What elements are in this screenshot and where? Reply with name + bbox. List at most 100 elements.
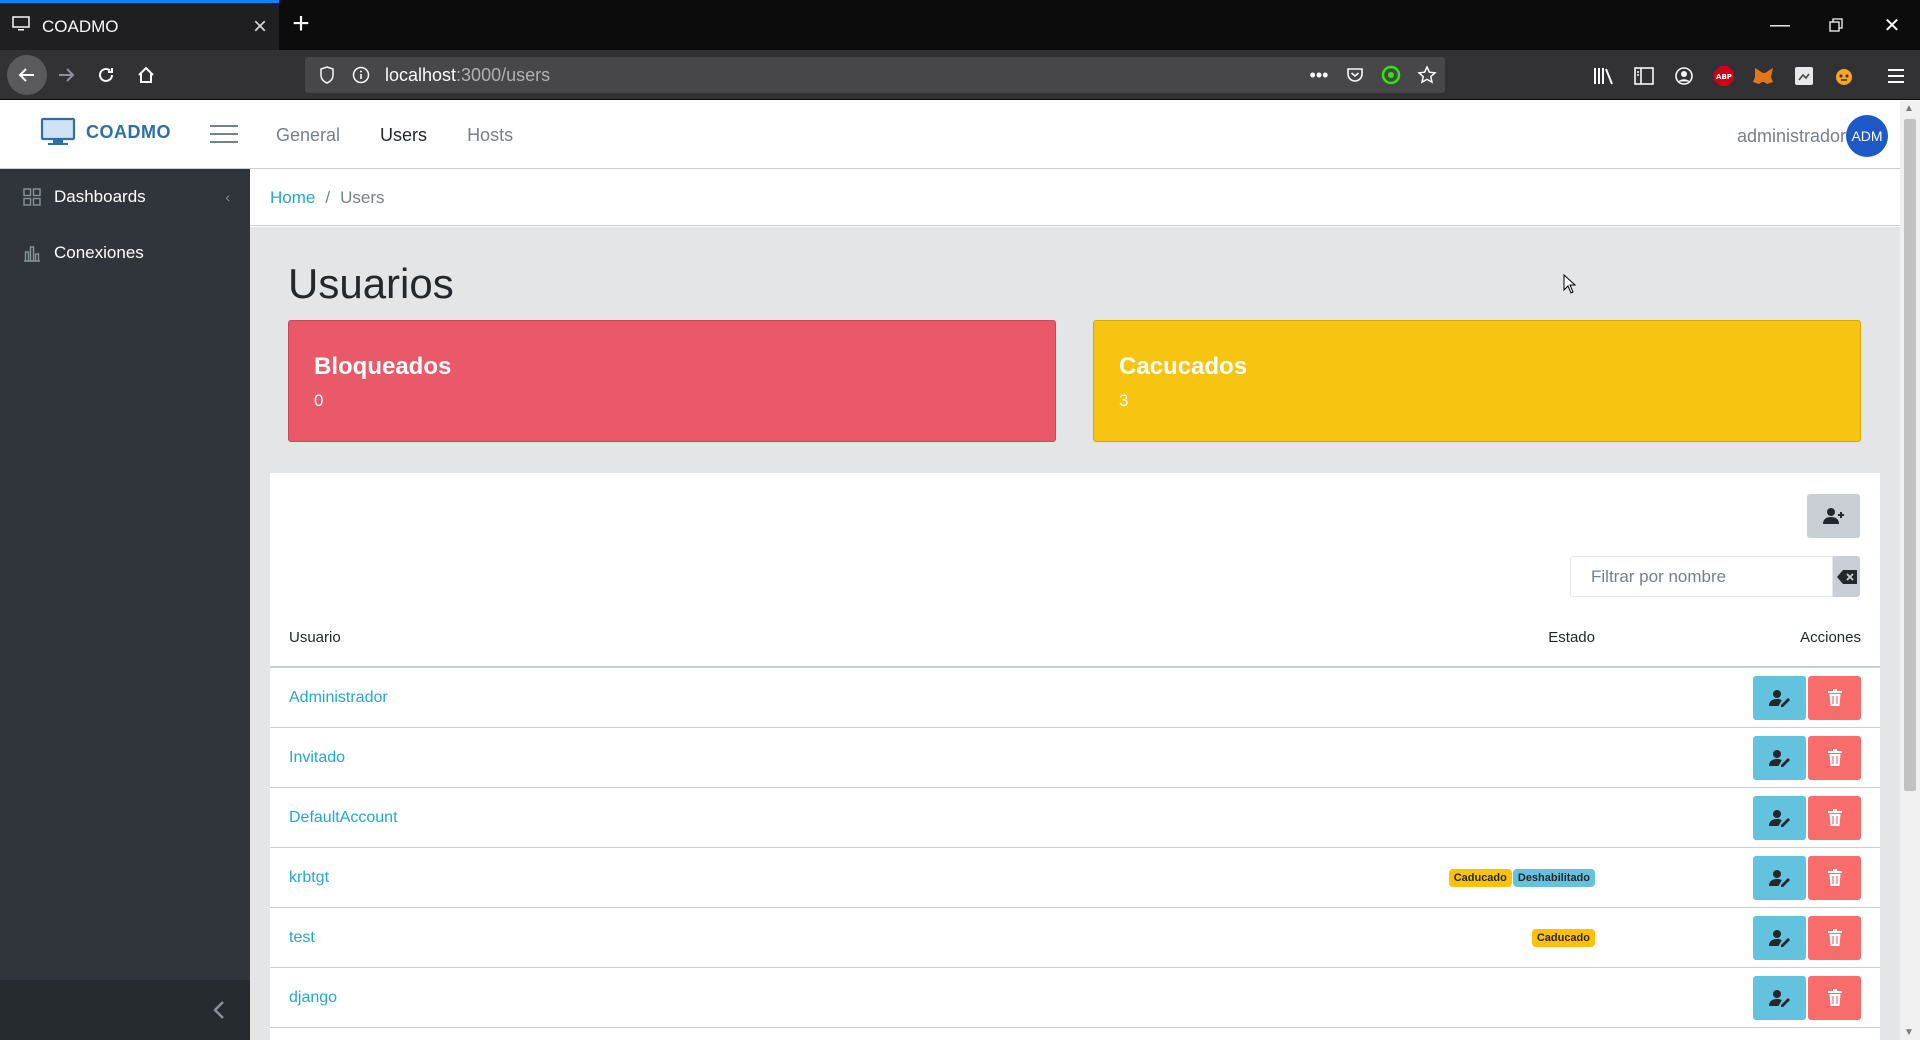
tab-title: COADMO xyxy=(42,16,119,36)
stat-card-value: 3 xyxy=(1119,391,1129,410)
sidebar-item-conexiones[interactable]: Conexiones xyxy=(0,225,250,281)
header-estado[interactable]: Estado xyxy=(1375,629,1595,646)
header-usuario[interactable]: Usuario xyxy=(270,629,1375,646)
table-row: DefaultAccount xyxy=(270,788,1880,848)
delete-user-button[interactable] xyxy=(1808,975,1861,1020)
status-badges: Caducado Deshabilitado xyxy=(1375,868,1595,887)
trash-icon xyxy=(1827,809,1842,826)
info-icon[interactable] xyxy=(349,66,373,84)
table-header: Usuario Estado Acciones xyxy=(270,608,1880,668)
sidebar: Dashboards ‹ Conexiones xyxy=(0,169,250,1040)
adblock-icon[interactable]: ABP xyxy=(1713,65,1735,87)
row-actions xyxy=(1595,975,1880,1020)
bar-chart-icon xyxy=(22,243,42,263)
stat-card-value: 0 xyxy=(314,391,324,410)
user-link[interactable]: krbtgt xyxy=(270,869,1375,887)
user-name[interactable]: administrador xyxy=(1737,126,1846,147)
chevron-left-icon xyxy=(213,1001,224,1019)
library-icon[interactable] xyxy=(1593,65,1615,87)
row-actions xyxy=(1595,795,1880,840)
filter-name-input[interactable] xyxy=(1570,556,1833,597)
scroll-up-icon[interactable]: ▲ xyxy=(1904,103,1914,114)
user-link[interactable]: Administrador xyxy=(270,689,1375,707)
breadcrumb-home[interactable]: Home xyxy=(270,188,315,208)
delete-user-button[interactable] xyxy=(1808,735,1861,780)
avatar[interactable]: ADM xyxy=(1846,115,1888,157)
new-tab-button[interactable]: + xyxy=(286,9,316,40)
forward-button[interactable] xyxy=(50,59,82,91)
edit-user-button[interactable] xyxy=(1753,915,1806,960)
close-tab-icon[interactable]: × xyxy=(253,14,267,39)
minimize-icon[interactable]: — xyxy=(1752,0,1808,50)
stat-card-title: Bloqueados xyxy=(314,353,452,380)
table-row: krbtgt Caducado Deshabilitado xyxy=(270,848,1880,908)
delete-user-button[interactable] xyxy=(1808,675,1861,720)
user-edit-icon xyxy=(1768,689,1790,707)
tampermonkey-icon[interactable] xyxy=(1833,65,1855,87)
svg-text:ABP: ABP xyxy=(1716,73,1732,81)
sidebar-item-dashboards[interactable]: Dashboards ‹ xyxy=(0,169,250,225)
mouse-cursor-icon xyxy=(1563,274,1577,294)
user-link[interactable]: DefaultAccount xyxy=(270,809,1375,827)
user-link[interactable]: Invitado xyxy=(270,749,1375,767)
add-user-button[interactable] xyxy=(1807,494,1860,538)
brand-name: COADMO xyxy=(86,121,171,142)
close-window-icon[interactable]: ✕ xyxy=(1864,0,1920,50)
delete-user-button[interactable] xyxy=(1808,795,1861,840)
user-plus-icon xyxy=(1822,508,1844,524)
backspace-icon xyxy=(1836,569,1857,584)
menu-icon[interactable] xyxy=(1885,65,1907,87)
edit-user-button[interactable] xyxy=(1753,855,1806,900)
url-text: localhost:3000/users xyxy=(385,64,551,85)
edit-user-button[interactable] xyxy=(1753,975,1806,1020)
browser-tab[interactable]: COADMO × xyxy=(0,0,279,50)
clear-filter-button[interactable] xyxy=(1833,556,1860,597)
sidebar-toggle-icon[interactable] xyxy=(1633,65,1655,87)
breadcrumb-separator: / xyxy=(325,187,331,207)
edit-user-button[interactable] xyxy=(1753,675,1806,720)
nav-users[interactable]: Users xyxy=(380,125,427,146)
brand-logo[interactable]: COADMO xyxy=(40,117,171,147)
sidebar-toggle-button[interactable] xyxy=(210,121,238,145)
status-badge-deshabilitado: Deshabilitado xyxy=(1512,868,1595,887)
header-acciones: Acciones xyxy=(1800,628,1861,646)
edit-user-button[interactable] xyxy=(1753,735,1806,780)
pocket-icon[interactable] xyxy=(1337,67,1373,83)
sidebar-item-label: Conexiones xyxy=(54,243,144,262)
sidebar-minimizer[interactable] xyxy=(0,980,250,1040)
user-link[interactable]: test xyxy=(270,929,1375,947)
star-icon[interactable] xyxy=(1409,65,1445,85)
trash-icon xyxy=(1827,989,1842,1006)
trash-icon xyxy=(1827,929,1842,946)
restore-icon[interactable] xyxy=(1808,0,1864,50)
delete-user-button[interactable] xyxy=(1808,855,1861,900)
top-nav: General Users Hosts xyxy=(276,125,513,146)
back-button[interactable] xyxy=(7,55,47,95)
scroll-down-icon[interactable]: ▼ xyxy=(1904,1027,1914,1038)
user-edit-icon xyxy=(1768,989,1790,1007)
status-badge-caducado: Caducado xyxy=(1448,868,1512,887)
shield-icon[interactable] xyxy=(315,66,339,84)
extension-ring-icon[interactable] xyxy=(1373,65,1409,85)
edit-user-button[interactable] xyxy=(1753,795,1806,840)
page-scrollbar[interactable]: ▲ ▼ xyxy=(1900,101,1920,1040)
browser-toolbar: localhost:3000/users ••• ABP xyxy=(0,50,1920,100)
more-icon[interactable]: ••• xyxy=(1301,65,1337,86)
address-bar[interactable]: localhost:3000/users ••• xyxy=(305,57,1445,93)
page-title: Usuarios xyxy=(288,260,454,307)
reload-button[interactable] xyxy=(90,59,122,91)
table-row: test Caducado xyxy=(270,908,1880,968)
extension-card-icon[interactable] xyxy=(1793,65,1815,87)
chevron-left-icon: ‹ xyxy=(225,189,230,205)
stat-card-caducados: Cacucados 3 xyxy=(1093,320,1861,442)
scrollbar-thumb[interactable] xyxy=(1904,119,1916,791)
nav-hosts[interactable]: Hosts xyxy=(467,125,513,146)
delete-user-button[interactable] xyxy=(1808,915,1861,960)
table-row: Administrador xyxy=(270,668,1880,728)
nav-general[interactable]: General xyxy=(276,125,340,146)
account-icon[interactable] xyxy=(1673,65,1695,87)
home-button[interactable] xyxy=(130,59,162,91)
status-badge-caducado: Caducado xyxy=(1531,928,1595,947)
metamask-icon[interactable] xyxy=(1753,65,1775,87)
user-link[interactable]: django xyxy=(270,989,1375,1007)
